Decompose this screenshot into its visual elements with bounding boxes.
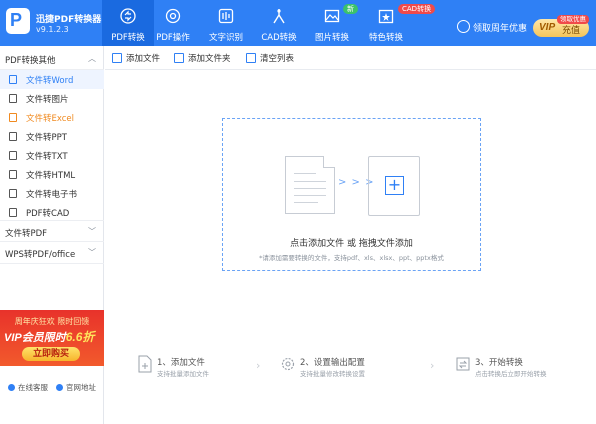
chevron-down-icon: ﹀ xyxy=(88,248,96,257)
cad-badge: CAD转换 xyxy=(398,4,436,14)
sidebar-item-label: 文件转图片 xyxy=(26,95,69,105)
app-logo: P xyxy=(6,8,30,34)
tab-label: 文字识别 xyxy=(208,33,243,43)
drop-zone-hint: 点击添加文件 或 拖拽文件添加 xyxy=(290,239,413,249)
official-site-label: 官网地址 xyxy=(66,383,96,392)
word-file-icon xyxy=(9,75,17,84)
group-label: WPS转PDF/office xyxy=(5,250,76,260)
sidebar-item-to-ebook[interactable]: 文件转电子书 xyxy=(0,184,104,203)
tab-label: CAD转换 xyxy=(261,33,297,43)
home-icon xyxy=(56,384,63,391)
new-badge: 新 xyxy=(343,4,358,14)
tab-pdf-operate[interactable]: PDF操作 xyxy=(147,0,199,46)
tab-label: 图片转换 xyxy=(314,33,349,43)
ocr-icon xyxy=(218,8,234,24)
step-title: 3、开始转换 xyxy=(475,358,523,368)
promo-banner[interactable]: 周年庆狂欢 限时回馈 VIP会员限时6.6折 立即购买 xyxy=(0,310,104,366)
cad-file-icon xyxy=(9,208,17,217)
clear-list-button[interactable]: 清空列表 xyxy=(246,52,294,64)
image-file-icon xyxy=(9,94,17,103)
sidebar-item-to-html[interactable]: 文件转HTML xyxy=(0,165,104,184)
sidebar-item-label: 文件转TXT xyxy=(26,152,68,162)
special-icon xyxy=(378,9,394,24)
gear-icon xyxy=(281,357,295,371)
txt-file-icon xyxy=(9,151,17,160)
ppt-file-icon xyxy=(9,132,17,141)
clear-list-label: 清空列表 xyxy=(260,54,295,64)
sidebar-item-label: 文件转Excel xyxy=(26,114,75,124)
chevron-down-icon: ﹀ xyxy=(88,227,96,236)
promo-offer-prefix: VIP会员限时 xyxy=(4,332,66,344)
sidebar-item-label: PDF转CAD xyxy=(26,209,70,219)
service-icon xyxy=(8,384,15,391)
sidebar-item-to-image[interactable]: 文件转图片 xyxy=(0,89,104,108)
settings-icon xyxy=(165,8,181,24)
add-file-label: 添加文件 xyxy=(126,54,161,64)
promo-headline: 周年庆狂欢 限时回馈 xyxy=(14,317,90,326)
online-service-label: 在线客服 xyxy=(18,383,48,392)
ebook-file-icon xyxy=(9,189,17,198)
login-label[interactable]: 领取周年优惠 xyxy=(473,21,527,34)
buy-now-button[interactable]: 立即购买 xyxy=(22,347,80,361)
title-bar: P 迅捷PDF转换器 v9.1.2.3 PDF转换 PDF操作 文字识别 CAD… xyxy=(0,0,596,46)
group-label: 文件转PDF xyxy=(5,229,48,239)
vip-label: 充值 xyxy=(562,26,581,36)
sidebar-item-to-ppt[interactable]: 文件转PPT xyxy=(0,127,104,146)
tab-label: PDF操作 xyxy=(156,33,190,43)
sidebar-item-label: 文件转HTML xyxy=(26,171,76,181)
add-folder-label: 添加文件夹 xyxy=(188,54,231,64)
image-icon xyxy=(324,9,340,23)
chevron-right-icon: › xyxy=(430,359,435,372)
convert-icon xyxy=(120,8,136,24)
app-name: 迅捷PDF转换器 xyxy=(36,15,102,25)
online-service-link[interactable]: 在线客服 xyxy=(8,382,48,393)
document-icon xyxy=(285,156,335,214)
sidebar: PDF转换其他 ︿ 文件转Word 文件转图片 文件转Excel 文件转PPT … xyxy=(0,46,104,424)
group-wps[interactable]: WPS转PDF/office ﹀ xyxy=(0,242,104,264)
sidebar-item-to-txt[interactable]: 文件转TXT xyxy=(0,146,104,165)
chevron-up-icon: ︿ xyxy=(88,54,96,63)
excel-file-icon xyxy=(9,113,17,122)
user-icon[interactable] xyxy=(457,20,470,33)
tab-cad[interactable]: CAD转换 xyxy=(253,0,305,46)
toolbar: 添加文件 添加文件夹 清空列表 xyxy=(105,46,596,70)
plus-icon: + xyxy=(385,176,404,195)
cad-icon xyxy=(273,9,285,24)
tab-label: 特色转换 xyxy=(368,33,403,43)
step-desc: 支持批量修改转换设置 xyxy=(300,370,365,378)
promo-offer: VIP会员限时6.6折 xyxy=(4,328,94,345)
step-title: 1、添加文件 xyxy=(157,358,205,368)
html-file-icon xyxy=(9,170,17,179)
trash-icon xyxy=(246,53,256,63)
add-file-button[interactable]: 添加文件 xyxy=(112,52,160,64)
step-desc: 点击转换后立即开始转换 xyxy=(475,370,547,378)
step-title: 2、设置输出配置 xyxy=(300,358,365,368)
official-site-link[interactable]: 官网地址 xyxy=(56,382,96,393)
tab-ocr[interactable]: 文字识别 xyxy=(200,0,252,46)
sidebar-item-label: 文件转Word xyxy=(26,76,74,86)
add-document-icon xyxy=(138,355,152,373)
add-folder-button[interactable]: 添加文件夹 xyxy=(174,52,231,64)
promo-discount: 6.6折 xyxy=(65,330,95,344)
vip-logo: VIP xyxy=(539,22,556,33)
file-drop-zone[interactable]: > > > + 点击添加文件 或 拖拽文件添加 *请添加需要转换的文件，支持pd… xyxy=(222,118,481,271)
sidebar-item-to-excel[interactable]: 文件转Excel xyxy=(0,108,104,127)
group-label: PDF转换其他 xyxy=(5,56,56,66)
app-version: v9.1.2.3 xyxy=(36,25,69,34)
chevron-right-icon: › xyxy=(256,359,261,372)
step-desc: 支持批量添加文件 xyxy=(157,370,209,378)
sidebar-item-to-word[interactable]: 文件转Word xyxy=(0,70,104,89)
supported-formats-note: *请添加需要转换的文件，支持pdf、xls、xlsx、ppt、pptx格式 xyxy=(259,254,444,262)
convert-arrows-icon xyxy=(456,357,470,371)
group-to-pdf[interactable]: 文件转PDF ﹀ xyxy=(0,220,104,242)
vip-tag: 领取优惠 xyxy=(557,15,589,24)
group-pdf-to-other[interactable]: PDF转换其他 ︿ xyxy=(0,48,104,70)
folder-icon xyxy=(174,53,184,63)
add-file-icon xyxy=(112,53,122,63)
add-file-target[interactable]: + xyxy=(368,156,420,216)
sidebar-item-label: 文件转电子书 xyxy=(26,190,78,200)
sidebar-item-label: 文件转PPT xyxy=(26,133,67,143)
